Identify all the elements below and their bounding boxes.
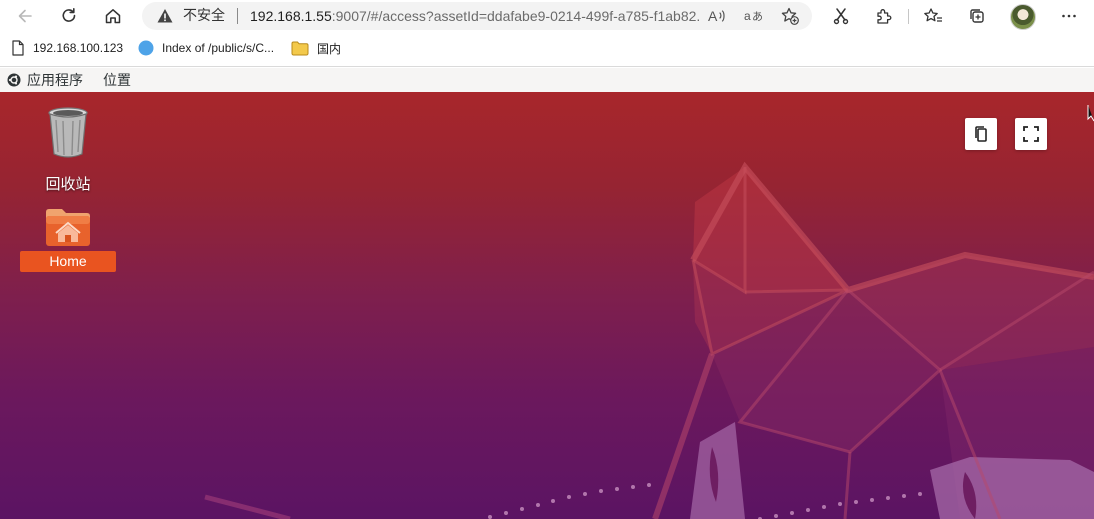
clipboard-button[interactable] [965, 118, 997, 150]
collections-button[interactable] [962, 2, 992, 30]
toolbar-divider [908, 9, 909, 24]
back-arrow-icon [18, 9, 32, 23]
wallpaper-graphic [204, 161, 1094, 519]
fullscreen-icon [1023, 126, 1039, 142]
page-icon [11, 40, 25, 56]
read-aloud-icon[interactable]: A [706, 6, 728, 26]
svg-text:A: A [708, 8, 718, 24]
security-status[interactable]: 不安全 [183, 7, 225, 25]
browser-toolbar: 不安全 192.168.1.55:9007/#/access?assetId=d… [0, 0, 1094, 33]
screenshot-button[interactable] [826, 2, 856, 30]
refresh-icon [62, 8, 76, 22]
add-favorite-icon[interactable] [779, 6, 801, 26]
copy-icon [975, 126, 987, 142]
trash-can-icon [48, 107, 88, 158]
gnome-top-bar: 应用程序 位置 [0, 68, 1094, 93]
bookmark-item[interactable]: Index of /public/s/C... [138, 38, 274, 58]
globe-icon [138, 40, 154, 56]
trash-label: 回收站 [45, 175, 91, 193]
folder-icon [291, 41, 309, 56]
more-menu-button[interactable] [1054, 2, 1084, 30]
translate-icon[interactable]: aあ [742, 6, 764, 26]
url-host: 192.168.1.55 [250, 8, 332, 24]
url-path: :9007/#/access?assetId=ddafabe9-0214-499… [331, 8, 700, 24]
svg-text:a: a [744, 9, 751, 23]
home-folder-icon [46, 209, 90, 246]
svg-text:あ: あ [752, 10, 763, 23]
mouse-cursor-icon [1087, 105, 1094, 122]
puzzle-icon [877, 9, 892, 24]
bookmark-label: 192.168.100.123 [33, 41, 124, 55]
trash-desktop-icon[interactable]: 回收站 [44, 104, 92, 194]
address-bar[interactable]: 不安全 192.168.1.55:9007/#/access?assetId=d… [142, 2, 812, 30]
bookmark-label: 国内 [317, 41, 342, 56]
chrome-divider [0, 66, 1094, 67]
bookmark-folder[interactable]: 国内 [291, 38, 341, 58]
bookmark-label: Index of /public/s/C... [162, 41, 275, 55]
more-icon [1062, 14, 1076, 18]
fullscreen-button[interactable] [1015, 118, 1047, 150]
refresh-button[interactable] [54, 2, 84, 30]
url-text[interactable]: 192.168.1.55:9007/#/access?assetId=ddafa… [250, 7, 700, 25]
profile-avatar[interactable] [1010, 4, 1036, 30]
home-label: Home [20, 251, 116, 272]
remote-desktop[interactable]: 回收站 Home [0, 92, 1094, 519]
collections-icon [970, 9, 984, 23]
bookmark-item[interactable]: 192.168.100.123 [11, 38, 123, 58]
warning-icon [156, 7, 174, 29]
extensions-button[interactable] [869, 2, 899, 30]
home-button[interactable] [98, 2, 128, 30]
places-label: 位置 [103, 73, 131, 89]
home-desktop-icon[interactable]: Home [20, 204, 116, 272]
favorites-button[interactable] [918, 2, 948, 30]
scissors-icon [833, 8, 849, 25]
back-button[interactable] [10, 2, 40, 30]
ubuntu-logo-icon [7, 73, 21, 87]
home-icon [105, 9, 121, 24]
applications-menu[interactable]: 应用程序 [7, 71, 83, 89]
favorites-list-icon [924, 8, 942, 22]
places-menu[interactable]: 位置 [103, 71, 131, 89]
browser-chrome: 不安全 192.168.1.55:9007/#/access?assetId=d… [0, 0, 1094, 68]
address-divider [237, 8, 238, 24]
bookmarks-bar: 192.168.100.123 Index of /public/s/C... … [0, 33, 1094, 63]
applications-label: 应用程序 [27, 73, 83, 89]
